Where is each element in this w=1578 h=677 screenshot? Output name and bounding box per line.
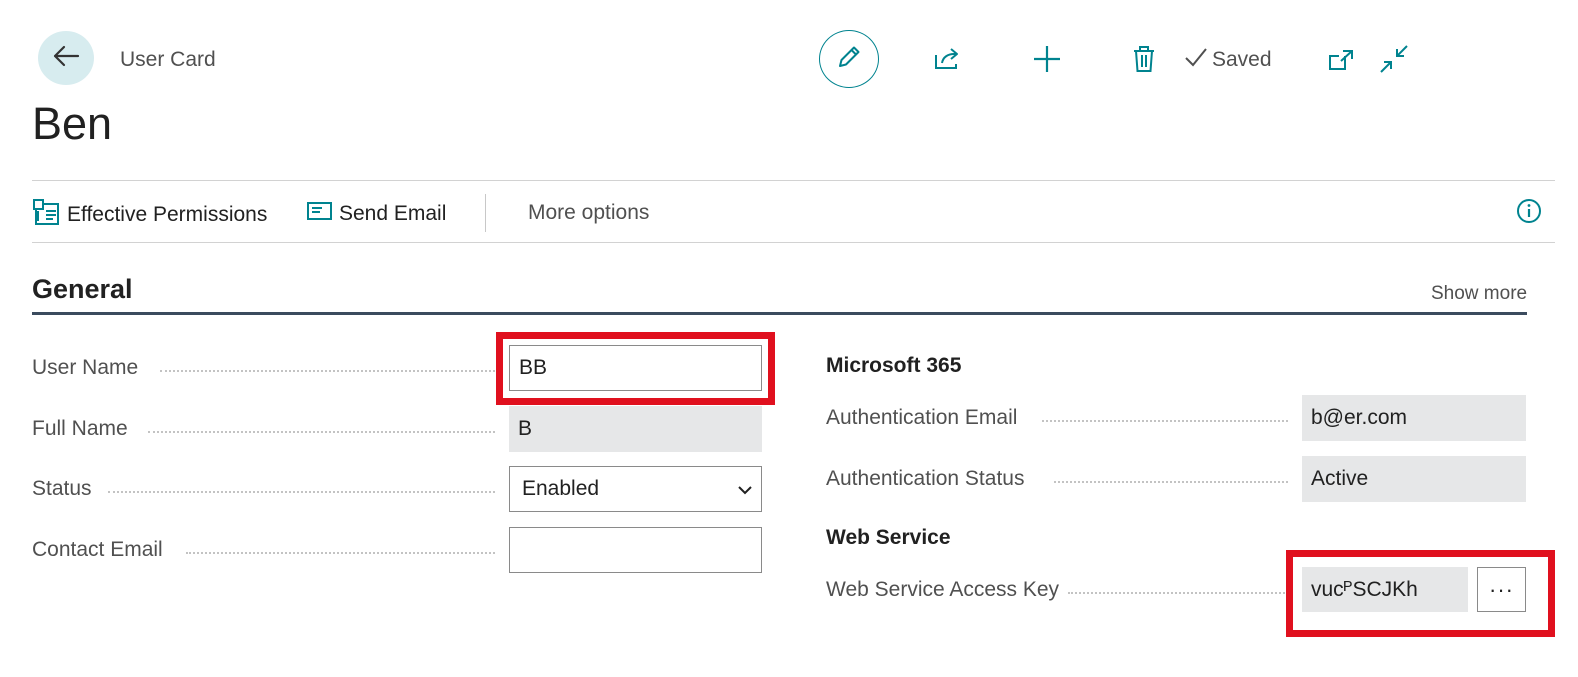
chevron-down-icon	[737, 477, 753, 501]
divider	[32, 180, 1555, 181]
leader-dots	[1042, 420, 1288, 422]
share-icon	[933, 45, 961, 76]
divider	[32, 242, 1555, 243]
delete-button[interactable]	[1126, 42, 1162, 80]
pencil-icon	[835, 43, 863, 76]
show-more-link[interactable]: Show more	[1431, 283, 1527, 305]
edit-button[interactable]	[819, 30, 879, 88]
ws-key-label: Web Service Access Key	[826, 578, 1060, 601]
contact-email-input[interactable]	[509, 527, 762, 573]
email-icon	[307, 200, 333, 228]
ws-key-field: vucᴾSCJKh	[1302, 567, 1468, 612]
auth-status-label: Authentication Status	[826, 467, 1025, 490]
checkmark-icon	[1184, 46, 1208, 74]
open-new-window-icon	[1327, 47, 1355, 76]
saved-status: Saved	[1184, 46, 1272, 74]
share-button[interactable]	[928, 42, 966, 78]
permissions-icon	[33, 198, 61, 232]
send-email-action[interactable]: Send Email	[307, 200, 446, 228]
effective-permissions-label: Effective Permissions	[67, 203, 268, 226]
action-separator	[485, 194, 486, 232]
new-button[interactable]	[1028, 42, 1066, 80]
more-options-button[interactable]: More options	[528, 201, 649, 225]
auth-email-field: b@er.com	[1302, 395, 1526, 441]
full-name-label: Full Name	[32, 417, 128, 440]
info-button[interactable]	[1516, 198, 1542, 229]
section-divider	[32, 312, 1527, 315]
leader-dots	[108, 491, 495, 493]
arrow-left-icon	[52, 44, 80, 73]
user-name-input[interactable]: BB	[509, 345, 762, 391]
collapse-button[interactable]	[1376, 44, 1412, 78]
saved-label: Saved	[1212, 48, 1272, 71]
web-service-heading: Web Service	[826, 526, 951, 549]
status-label: Status	[32, 477, 92, 500]
auth-email-label: Authentication Email	[826, 406, 1018, 429]
effective-permissions-action[interactable]: Effective Permissions	[33, 198, 267, 232]
full-name-field: B	[509, 406, 762, 452]
info-icon	[1516, 199, 1542, 228]
leader-dots	[186, 552, 495, 554]
status-select[interactable]: Enabled	[509, 466, 762, 512]
microsoft365-heading: Microsoft 365	[826, 354, 962, 377]
leader-dots	[160, 370, 495, 372]
user-name-label: User Name	[32, 356, 139, 379]
page-title: Ben	[32, 98, 113, 149]
leader-dots	[1054, 481, 1288, 483]
breadcrumb: User Card	[120, 48, 216, 71]
collapse-icon	[1379, 44, 1409, 79]
open-new-window-button[interactable]	[1324, 44, 1358, 78]
leader-dots	[1068, 592, 1288, 594]
ws-key-assist-button[interactable]: ···	[1477, 567, 1526, 612]
plus-icon	[1032, 44, 1062, 79]
contact-email-label: Contact Email	[32, 538, 163, 561]
send-email-label: Send Email	[339, 202, 447, 225]
back-button[interactable]	[38, 31, 94, 85]
status-value: Enabled	[522, 477, 600, 500]
auth-status-field: Active	[1302, 456, 1526, 502]
trash-icon	[1132, 45, 1156, 78]
leader-dots	[148, 431, 495, 433]
section-title: General	[32, 274, 133, 304]
